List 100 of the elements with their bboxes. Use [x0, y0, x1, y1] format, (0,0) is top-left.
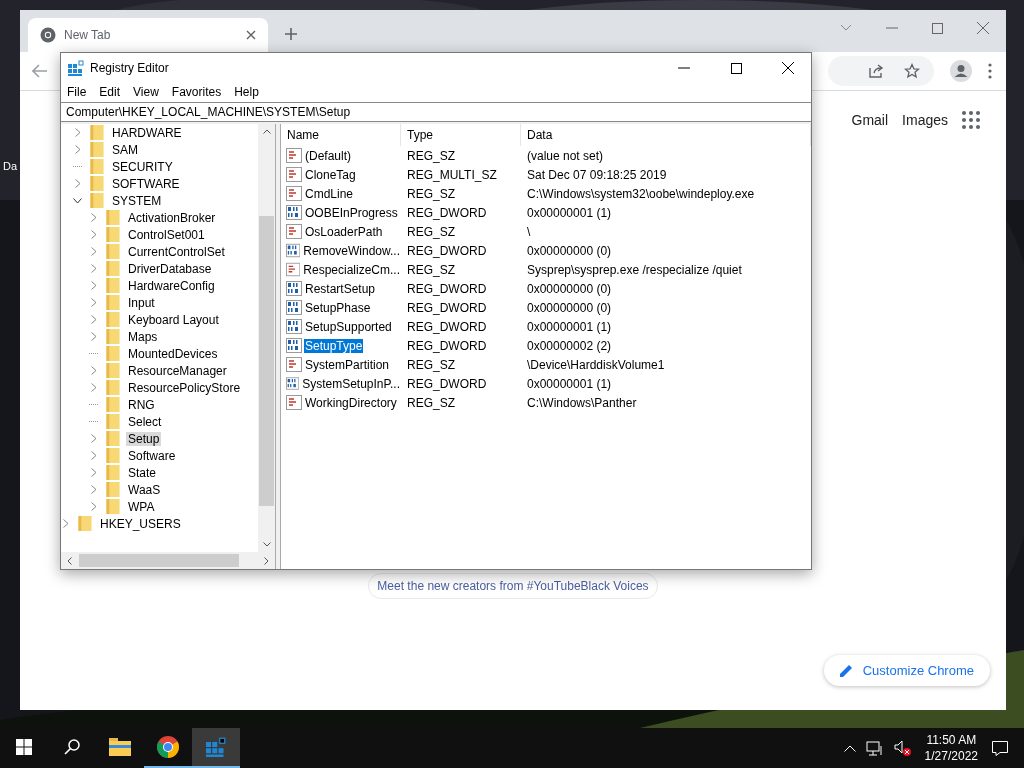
scroll-up-icon[interactable] — [262, 129, 271, 134]
tree-item[interactable]: Select — [126, 414, 164, 429]
tab-search-icon[interactable] — [840, 24, 852, 32]
tree-item[interactable]: ControlSet001 — [126, 227, 207, 242]
scroll-right-icon[interactable] — [264, 556, 269, 565]
header-link[interactable]: Images — [902, 112, 948, 128]
column-header[interactable]: Name — [281, 124, 401, 146]
tree-item[interactable]: Setup — [126, 431, 162, 446]
tree-item[interactable]: SOFTWARE — [110, 176, 182, 191]
apps-grid-icon[interactable] — [962, 111, 980, 129]
tree-item[interactable]: WaaS — [126, 482, 163, 497]
value-name[interactable]: WorkingDirectory — [304, 395, 398, 410]
new-tab-icon[interactable] — [284, 27, 298, 41]
desktop-icon-label[interactable]: Da — [3, 160, 18, 172]
menu-icon[interactable] — [988, 63, 992, 79]
value-name[interactable]: OsLoaderPath — [304, 224, 384, 239]
tree-item[interactable]: CurrentControlSet — [126, 244, 227, 259]
expand-chevron-icon[interactable] — [89, 332, 98, 341]
notification-icon[interactable] — [992, 740, 1008, 756]
tree-item[interactable]: SECURITY — [110, 159, 175, 174]
expand-chevron-icon[interactable] — [89, 213, 98, 222]
share-icon[interactable] — [868, 63, 884, 79]
tree-item[interactable]: SYSTEM — [110, 193, 164, 208]
value-name[interactable]: SystemSetupInP... — [301, 376, 401, 391]
value-name[interactable]: CloneTag — [304, 167, 357, 182]
expand-chevron-icon[interactable] — [89, 247, 98, 256]
close-icon — [782, 62, 794, 74]
column-header[interactable]: Data — [521, 124, 811, 146]
value-name[interactable]: CmdLine — [304, 186, 355, 201]
menu-item[interactable]: Favorites — [171, 85, 222, 99]
clock-date[interactable]: 1/27/2022 — [924, 748, 978, 764]
expand-chevron-icon[interactable] — [89, 451, 98, 460]
expand-chevron-icon[interactable] — [73, 128, 82, 137]
value-name[interactable]: RespecializeCm... — [302, 262, 401, 277]
expand-chevron-icon[interactable] — [89, 281, 98, 290]
tree-item[interactable]: ResourceManager — [126, 363, 229, 378]
back-arrow-icon[interactable] — [32, 64, 48, 78]
menu-item[interactable]: Edit — [99, 85, 121, 99]
scroll-down-icon[interactable] — [262, 542, 271, 547]
table-cell-text: C:\Windows\Panther — [526, 395, 638, 410]
value-name[interactable]: RestartSetup — [304, 281, 377, 296]
tree-item[interactable]: ResourcePolicyStore — [126, 380, 243, 395]
value-name[interactable]: SystemPartition — [304, 357, 391, 372]
star-icon[interactable] — [904, 63, 920, 79]
menu-item[interactable]: File — [67, 85, 87, 99]
network-icon[interactable] — [865, 740, 884, 756]
header-link[interactable]: Gmail — [851, 112, 889, 128]
tree-item[interactable]: Software — [126, 448, 178, 463]
tree-item[interactable]: HARDWARE — [110, 125, 184, 140]
address-field[interactable]: Computer\HKEY_LOCAL_MACHINE\SYSTEM\Setup — [61, 102, 811, 122]
profile-avatar-icon[interactable] — [950, 60, 972, 82]
value-name[interactable]: SetupPhase — [304, 300, 372, 315]
tree-item[interactable]: Input — [126, 295, 157, 310]
tree-item[interactable]: State — [126, 465, 159, 480]
expand-chevron-icon[interactable] — [73, 179, 82, 188]
tree-item[interactable]: SAM — [110, 142, 140, 157]
value-name[interactable]: SetupType — [304, 338, 364, 353]
value-name[interactable]: (Default) — [304, 148, 352, 163]
browser-tab[interactable]: New Tab — [28, 18, 268, 52]
tree-item[interactable]: MountedDevices — [126, 346, 220, 361]
horizontal-scrollbar[interactable] — [61, 552, 275, 569]
expand-chevron-icon[interactable] — [61, 519, 70, 528]
expand-chevron-icon[interactable] — [73, 145, 82, 154]
expand-chevron-icon[interactable] — [89, 366, 98, 375]
binary-value-icon — [286, 338, 302, 353]
tree-item[interactable]: RNG — [126, 397, 157, 412]
close-icon[interactable] — [246, 30, 256, 40]
menu-item[interactable]: View — [133, 85, 159, 99]
scroll-left-icon[interactable] — [67, 556, 72, 565]
value-name[interactable]: OOBEInProgress — [304, 205, 399, 220]
tree-item[interactable]: Keyboard Layout — [126, 312, 221, 327]
tree-item[interactable]: WPA — [126, 499, 157, 514]
tree-item[interactable]: HardwareConfig — [126, 278, 217, 293]
registry-editor-taskbar-button[interactable] — [192, 728, 240, 768]
tree-item[interactable]: Maps — [126, 329, 160, 344]
maximize-icon[interactable] — [932, 22, 943, 34]
column-header[interactable]: Type — [401, 124, 521, 146]
expand-chevron-icon[interactable] — [89, 383, 98, 392]
expand-chevron-icon[interactable] — [89, 434, 98, 443]
expand-chevron-icon[interactable] — [89, 230, 98, 239]
address-bar[interactable] — [828, 56, 934, 86]
expand-chevron-icon[interactable] — [89, 298, 98, 307]
value-name[interactable]: RemoveWindow... — [302, 243, 401, 258]
clock-time[interactable]: 11:50 AM — [926, 732, 977, 748]
chevron-up-icon[interactable] — [843, 744, 856, 752]
menu-item[interactable]: Help — [234, 85, 259, 99]
tree-item[interactable]: HKEY_USERS — [98, 516, 183, 531]
tree-item[interactable]: DriverDatabase — [126, 261, 214, 276]
expand-chevron-icon[interactable] — [89, 315, 98, 324]
expand-chevron-icon[interactable] — [89, 264, 98, 273]
expand-chevron-icon[interactable] — [89, 485, 98, 494]
expand-chevron-icon[interactable] — [89, 468, 98, 477]
vertical-scrollbar[interactable] — [258, 124, 275, 552]
close-icon[interactable] — [977, 22, 989, 34]
collapse-chevron-icon[interactable] — [73, 196, 82, 205]
customize-chrome-button[interactable]: Customize Chrome — [823, 655, 990, 686]
tree-item[interactable]: ActivationBroker — [126, 210, 218, 225]
expand-chevron-icon[interactable] — [89, 502, 98, 511]
value-name[interactable]: SetupSupported — [304, 319, 393, 334]
speaker-muted-icon[interactable] — [893, 740, 912, 756]
